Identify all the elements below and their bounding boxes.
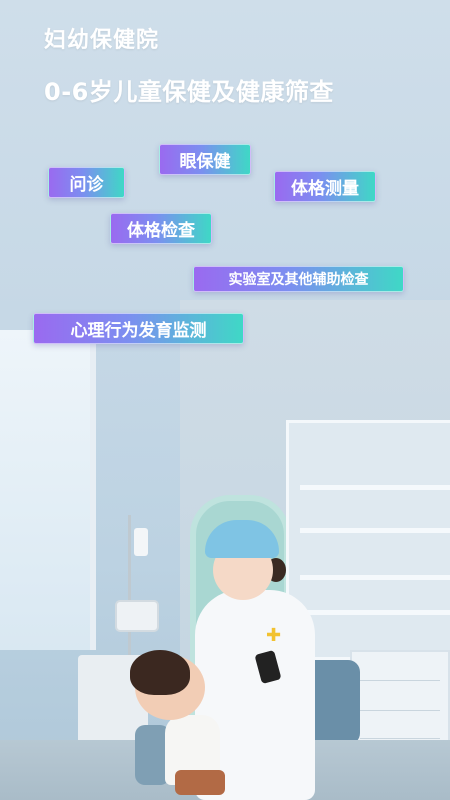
tag-eye-care[interactable]: 眼保健 bbox=[159, 144, 251, 175]
room-window bbox=[0, 330, 96, 650]
medical-monitor bbox=[115, 600, 159, 632]
tag-lab-tests[interactable]: 实验室及其他辅助检查 bbox=[193, 266, 404, 292]
page-title: 妇幼保健院 bbox=[44, 28, 160, 53]
child-hair bbox=[130, 650, 190, 695]
background-illustration: ✚ bbox=[0, 0, 450, 800]
child-shorts bbox=[175, 770, 225, 795]
shelf-board bbox=[300, 610, 450, 615]
tag-physical-exam[interactable]: 体格检查 bbox=[110, 213, 212, 244]
iv-bag bbox=[134, 528, 148, 556]
tag-consultation[interactable]: 问诊 bbox=[48, 167, 125, 198]
plus-cross-icon: ✚ bbox=[266, 625, 282, 646]
shelf-board bbox=[300, 575, 450, 580]
cabinet-drawer bbox=[360, 738, 440, 739]
shelf-board bbox=[300, 485, 450, 490]
shelf-board bbox=[300, 528, 450, 533]
tag-body-measurement[interactable]: 体格测量 bbox=[274, 171, 376, 202]
page-subtitle: 0-6岁儿童保健及健康筛查 bbox=[44, 78, 334, 106]
cabinet-drawer bbox=[360, 680, 440, 681]
tag-behavior-monitoring[interactable]: 心理行为发育监测 bbox=[33, 313, 244, 344]
cabinet-drawer bbox=[360, 710, 440, 711]
